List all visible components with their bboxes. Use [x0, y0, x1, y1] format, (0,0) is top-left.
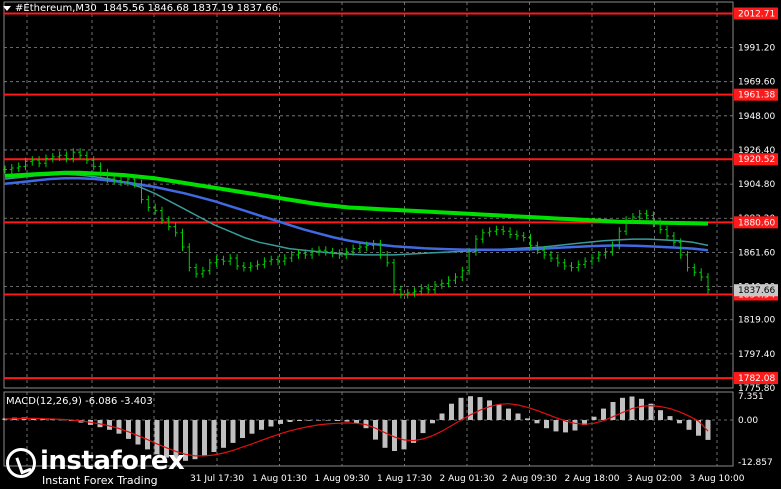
macd-y-tick-label: 0.00 [738, 416, 758, 426]
dropdown-arrow-icon[interactable] [3, 5, 11, 11]
macd-histogram-bar [297, 420, 302, 421]
macd-histogram-bar [221, 420, 226, 448]
macd-histogram-bar [496, 404, 502, 420]
y-tick-label: 1861.60 [738, 248, 775, 258]
macd-histogram-bar [658, 410, 663, 420]
macd-histogram-bar [240, 420, 245, 438]
macd-histogram-bar [620, 397, 625, 420]
macd-histogram-bar [392, 420, 397, 451]
x-tick-label: 2 Aug 01:30 [440, 474, 495, 484]
ohlc-values: 1845.56 1846.68 1837.19 1837.66 [103, 3, 279, 14]
x-tick-label: 2 Aug 18:00 [565, 474, 620, 484]
y-tick-label: 1797.40 [738, 350, 775, 360]
x-tick-label: 3 Aug 10:00 [690, 474, 745, 484]
macd-histogram-bar [487, 400, 492, 420]
macd-histogram-bar [439, 413, 445, 420]
y-tick-label: 1948.00 [738, 112, 775, 122]
macd-histogram-bar [211, 420, 217, 452]
sr-level-label: 1782.08 [738, 374, 775, 384]
macd-histogram-bar [449, 403, 454, 420]
macd-histogram-bar [572, 420, 578, 431]
instaforex-logo-icon [6, 448, 36, 478]
macd-histogram-bar [202, 420, 207, 456]
macd-histogram-bar [107, 420, 112, 430]
macd-histogram-bar [259, 420, 264, 430]
macd-histogram-bar [306, 420, 312, 421]
watermark-tagline: Instant Forex Trading [42, 474, 158, 487]
macd-histogram-bar [249, 420, 255, 434]
watermark-logo: instaforex Instant Forex Trading [4, 444, 185, 488]
macd-histogram-bar [344, 420, 350, 422]
y-tick-label: 1969.60 [738, 78, 775, 88]
y-tick-label: 1904.80 [738, 180, 775, 190]
chart-title: #Ethereum,M30 1845.56 1846.68 1837.19 18… [3, 3, 278, 14]
macd-histogram-bar [477, 397, 483, 420]
macd-histogram-bar [686, 420, 692, 430]
y-tick-label: 1991.20 [738, 44, 775, 54]
macd-histogram-bar [287, 420, 293, 422]
x-tick-label: 1 Aug 09:30 [315, 474, 370, 484]
macd-histogram-bar [192, 420, 198, 460]
watermark-brand: instaforex [40, 446, 185, 476]
chart-canvas: 31 Jul 17:30 1 Aug 01:30 1 Aug 09:30 1 Aug … [2, 1, 778, 484]
macd-histogram-bar [135, 420, 141, 445]
macd-histogram-bar [373, 420, 378, 440]
ma-blue-line [4, 176, 709, 252]
macd-histogram-bar [401, 420, 407, 450]
macd-histogram-bar [553, 420, 559, 432]
sr-level-label: 1961.38 [738, 91, 775, 101]
macd-histogram-bar [639, 398, 644, 420]
sr-level-label: 1920.52 [738, 155, 775, 165]
macd-histogram-bar [506, 408, 511, 420]
macd-histogram-bar [544, 420, 549, 429]
macd-histogram-bar [278, 420, 283, 424]
main-plot-border [3, 1, 734, 389]
macd-histogram-bar [316, 420, 321, 421]
x-tick-label: 2 Aug 09:30 [502, 474, 557, 484]
macd-histogram-bar [411, 420, 416, 443]
x-tick-label: 1 Aug 01:30 [252, 474, 307, 484]
macd-histogram-bar [116, 420, 122, 434]
macd-histogram-bar [667, 416, 673, 420]
sr-level-label: 2012.71 [738, 10, 775, 20]
macd-histogram-bar [525, 418, 530, 420]
symbol-label: #Ethereum,M30 [15, 3, 97, 14]
y-tick-label: 1819.00 [738, 316, 775, 326]
macd-histogram-bar [420, 420, 426, 434]
macd-histogram-bar [534, 420, 540, 424]
macd-histogram-bar [126, 420, 131, 439]
x-tick-label: 3 Aug 02:00 [627, 474, 682, 484]
macd-histogram-bar [335, 420, 340, 421]
current-price-label: 1837.66 [738, 286, 775, 296]
macd-histogram-bar [515, 413, 521, 420]
macd-histogram-bar [268, 420, 274, 427]
macd-histogram-bar [230, 420, 236, 443]
macd-histogram-bar [677, 420, 682, 424]
macd-title: MACD(12,26,9) -6.086 -3.403 [6, 396, 153, 407]
macd-y-tick-label: 7.351 [738, 392, 764, 402]
macd-histogram-bar [601, 408, 606, 420]
x-tick-label: 31 Jul 17:30 [190, 474, 244, 484]
macd-histogram-bar [458, 397, 464, 420]
x-tick-label: 1 Aug 17:30 [377, 474, 432, 484]
macd-histogram-bar [430, 420, 435, 424]
macd-histogram-bar [325, 420, 331, 421]
sr-level-label: 1880.60 [738, 218, 775, 228]
macd-y-tick-label: -12.857 [738, 458, 773, 468]
macd-histogram-bar [591, 416, 597, 420]
